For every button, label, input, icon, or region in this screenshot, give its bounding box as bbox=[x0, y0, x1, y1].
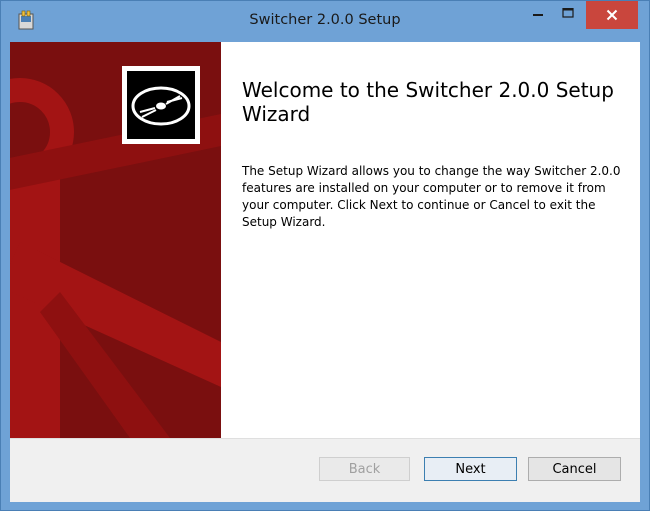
setup-window: Switcher 2.0.0 Setup Welcome to the Swit… bbox=[0, 0, 650, 511]
page-title: Welcome to the Switcher 2.0.0 Setup Wiza… bbox=[242, 78, 614, 126]
cancel-button[interactable]: Cancel bbox=[528, 457, 621, 481]
close-button[interactable] bbox=[586, 1, 638, 29]
wizard-description: The Setup Wizard allows you to change th… bbox=[242, 164, 621, 229]
back-button[interactable]: Back bbox=[319, 457, 410, 481]
disc-icon bbox=[122, 71, 200, 148]
minimize-button[interactable] bbox=[524, 1, 552, 24]
next-button[interactable]: Next bbox=[424, 457, 517, 481]
disc-logo bbox=[122, 66, 200, 144]
minimize-icon bbox=[532, 3, 544, 22]
side-banner bbox=[10, 42, 221, 438]
close-icon bbox=[606, 6, 618, 25]
maximize-button[interactable] bbox=[554, 1, 582, 24]
title-bar[interactable]: Switcher 2.0.0 Setup bbox=[1, 1, 649, 41]
maximize-icon bbox=[562, 3, 574, 22]
button-bar: Back Next Cancel bbox=[10, 438, 640, 502]
wizard-content: Welcome to the Switcher 2.0.0 Setup Wiza… bbox=[10, 42, 640, 438]
